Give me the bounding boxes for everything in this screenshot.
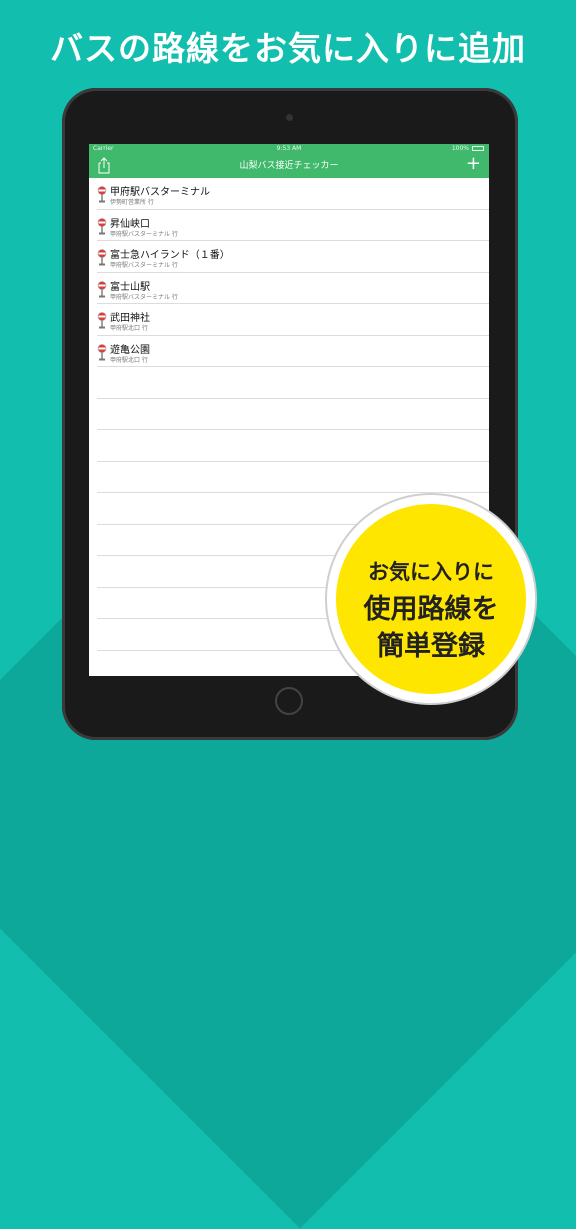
- status-bar: Carrier 9:53 AM 100%: [89, 144, 489, 154]
- list-item[interactable]: 富士急ハイランド（１番） 甲府駅バスターミナル 行: [97, 241, 489, 273]
- stop-destination: 甲府駅北口 行: [110, 356, 148, 364]
- empty-row: [97, 462, 489, 493]
- list-item[interactable]: 甲府駅バスターミナル 伊勢町営業所 行: [97, 178, 489, 210]
- nav-title: 山梨バス接近チェッカー: [239, 161, 339, 171]
- promo-badge: お気に入りに 使用路線を 簡単登録: [336, 504, 526, 694]
- empty-row: [97, 399, 489, 430]
- stop-name: 富士急ハイランド（１番）: [110, 250, 230, 261]
- badge-line-3: 簡単登録: [377, 631, 485, 662]
- empty-row: [97, 367, 489, 399]
- navigation-bar: Carrier 9:53 AM 100% 山梨バス接近チェッカー +: [89, 144, 489, 178]
- stop-destination: 甲府駅バスターミナル 行: [110, 293, 178, 301]
- promo-headline: バスの路線をお気に入りに追加: [50, 29, 526, 68]
- list-item[interactable]: 昇仙峡口 甲府駅バスターミナル 行: [97, 210, 489, 241]
- bus-stop-icon: [97, 217, 107, 234]
- stop-destination: 甲府駅バスターミナル 行: [110, 262, 178, 269]
- badge-line-2: 使用路線を: [363, 594, 499, 625]
- bus-stop-icon: [97, 280, 107, 297]
- stop-name: 昇仙峡口: [110, 218, 150, 230]
- stop-destination: 伊勢町営業所 行: [110, 199, 154, 206]
- stop-destination: 甲府駅バスターミナル 行: [110, 230, 178, 238]
- list-item[interactable]: 遊亀公園 甲府駅北口 行: [97, 336, 489, 367]
- stop-destination: 甲府駅北口 行: [110, 325, 148, 332]
- camera-icon: [286, 114, 293, 121]
- stop-name: 甲府駅バスターミナル: [110, 187, 210, 198]
- bus-stop-icon: [97, 249, 107, 266]
- home-button[interactable]: [275, 687, 303, 715]
- badge-line-1: お気に入りに: [368, 560, 494, 584]
- bus-stop-icon: [97, 312, 107, 329]
- empty-row: [97, 430, 489, 462]
- bus-stop-icon: [97, 186, 107, 203]
- plus-icon[interactable]: +: [466, 154, 481, 174]
- list-item[interactable]: 富士山駅 甲府駅バスターミナル 行: [97, 273, 489, 304]
- status-time: 9:53 AM: [276, 145, 302, 152]
- stop-name: 武田神社: [110, 313, 150, 324]
- bus-stop-icon: [97, 343, 107, 360]
- stop-name: 遊亀公園: [110, 344, 150, 356]
- battery-icon: [472, 146, 484, 151]
- list-item[interactable]: 武田神社 甲府駅北口 行: [97, 304, 489, 336]
- stop-name: 富士山駅: [110, 281, 150, 293]
